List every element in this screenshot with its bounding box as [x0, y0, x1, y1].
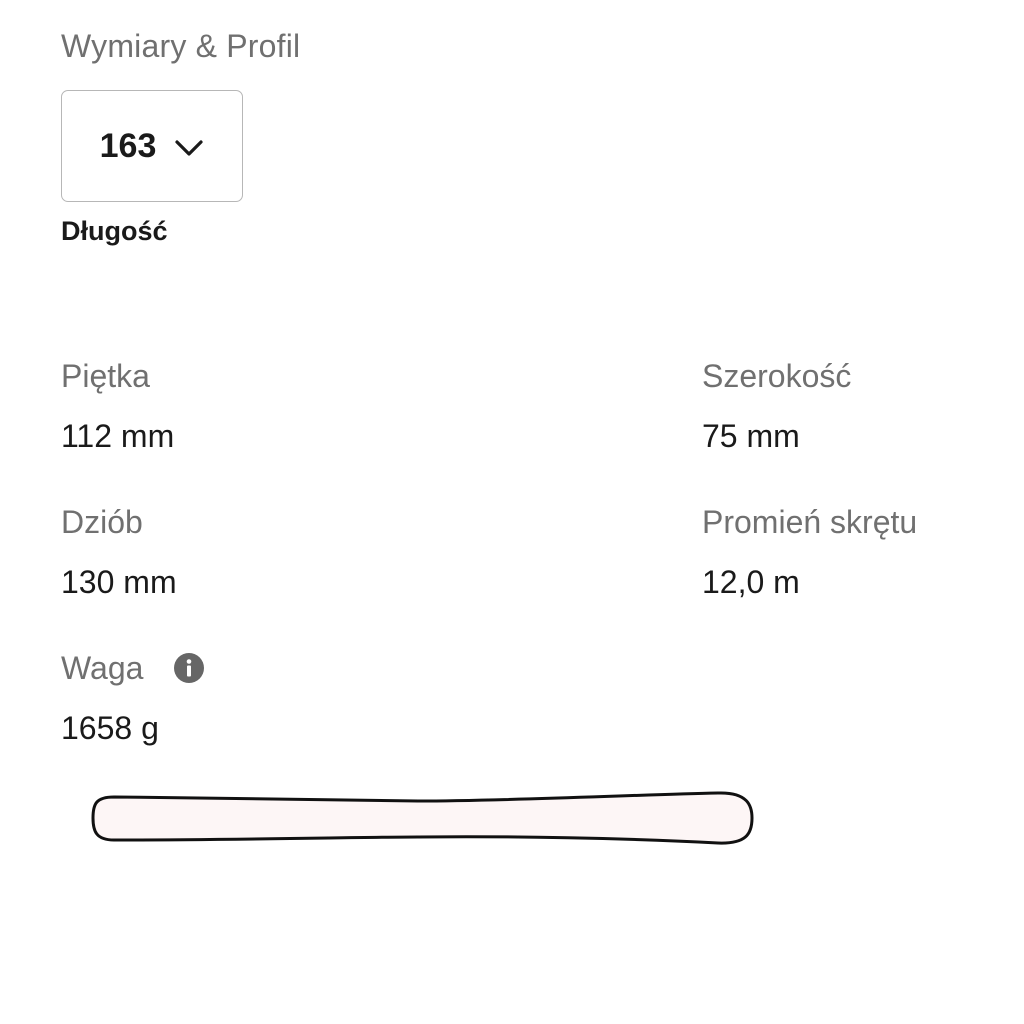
length-dropdown[interactable]: 163	[61, 90, 243, 202]
length-caption: Długość	[61, 216, 168, 246]
spec-weight-value: 1658 g	[61, 710, 159, 746]
spec-tail-label: Piętka	[61, 357, 150, 394]
length-dropdown-value: 163	[99, 126, 157, 165]
ski-dimensions-panel: Wymiary & Profil 163 Długość Piętka 112 …	[0, 0, 1024, 1024]
spec-weight: Waga 1658 g	[61, 648, 205, 750]
spec-radius: Promień skrętu 12,0 m	[702, 502, 917, 604]
spec-weight-label: Waga	[61, 649, 144, 686]
spec-radius-label: Promień skrętu	[702, 503, 918, 540]
spec-tip: Dziób 130 mm	[61, 502, 177, 604]
spec-tip-value: 130 mm	[61, 564, 177, 600]
section-title: Wymiary & Profil	[61, 28, 301, 64]
info-icon[interactable]	[173, 652, 205, 684]
chevron-down-icon	[174, 138, 204, 158]
spec-width-label: Szerokość	[702, 357, 852, 394]
spec-tip-label: Dziób	[61, 503, 143, 540]
spec-tail: Piętka 112 mm	[61, 356, 174, 458]
spec-tail-value: 112 mm	[61, 418, 175, 454]
spec-radius-value: 12,0 m	[702, 564, 800, 600]
ski-profile-illustration	[88, 786, 758, 855]
spec-width: Szerokość 75 mm	[702, 356, 851, 458]
spec-width-value: 75 mm	[702, 418, 800, 454]
